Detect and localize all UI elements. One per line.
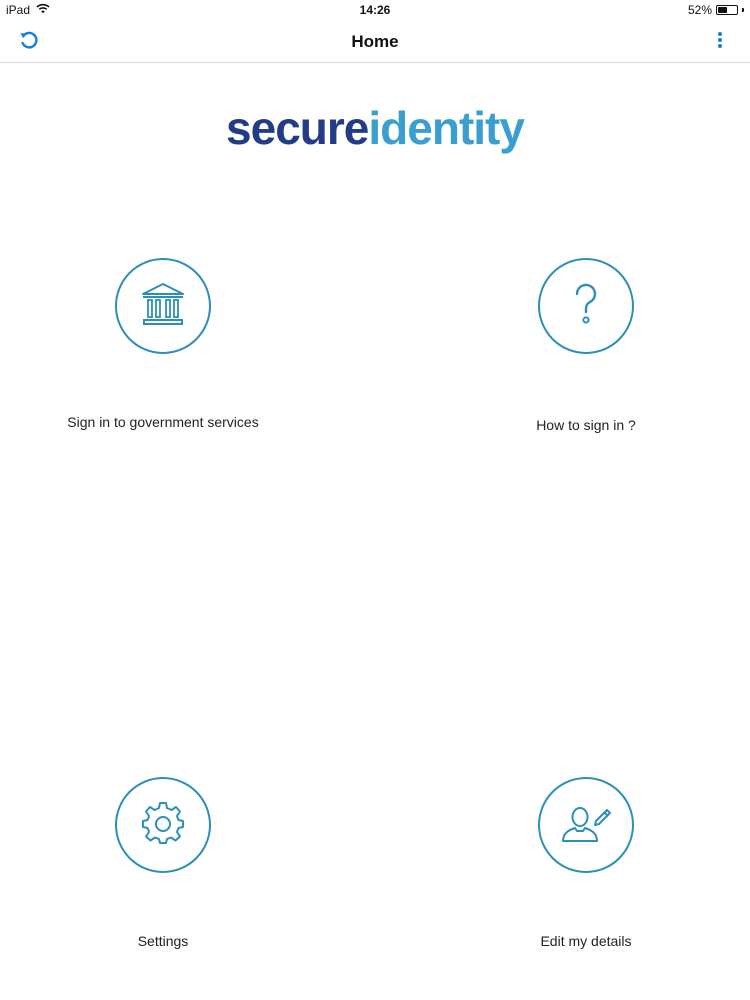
tile-circle bbox=[538, 258, 634, 354]
edit-user-icon bbox=[560, 799, 612, 852]
status-right: 52% bbox=[688, 3, 744, 17]
tile-how-to-sign-in[interactable]: How to sign in ? bbox=[426, 256, 746, 446]
tile-label: Edit my details bbox=[540, 933, 632, 949]
tile-edit-my-details[interactable]: Edit my details bbox=[426, 775, 746, 965]
gear-icon bbox=[139, 799, 187, 852]
more-vertical-icon bbox=[717, 31, 723, 54]
tile-sign-in-government[interactable]: Sign in to government services bbox=[3, 256, 323, 446]
more-options-button[interactable] bbox=[710, 29, 730, 55]
tile-circle bbox=[538, 777, 634, 873]
battery-tip bbox=[742, 8, 744, 12]
tile-circle bbox=[115, 777, 211, 873]
tile-label: Settings bbox=[137, 933, 189, 949]
logo-text-identity: identity bbox=[368, 102, 525, 154]
tile-settings[interactable]: Settings bbox=[3, 775, 323, 965]
nav-bar: Home bbox=[0, 20, 750, 63]
secureidentity-logo: secureidentity bbox=[0, 98, 750, 158]
tile-label: How to sign in ? bbox=[536, 417, 636, 433]
tile-label: Sign in to government services bbox=[67, 414, 259, 430]
tile-circle bbox=[115, 258, 211, 354]
home-screen: iPad 14:26 52% Home secureidentity Sign … bbox=[0, 0, 750, 1000]
status-time: 14:26 bbox=[359, 3, 391, 17]
page-title: Home bbox=[351, 32, 399, 51]
battery-fill bbox=[718, 7, 727, 13]
government-building-icon bbox=[139, 280, 187, 333]
status-bar: iPad 14:26 52% bbox=[0, 0, 750, 20]
battery-icon bbox=[716, 5, 738, 15]
battery-percent: 52% bbox=[687, 3, 712, 17]
question-mark-icon bbox=[566, 280, 606, 333]
logo-text-secure: secure bbox=[226, 102, 369, 154]
